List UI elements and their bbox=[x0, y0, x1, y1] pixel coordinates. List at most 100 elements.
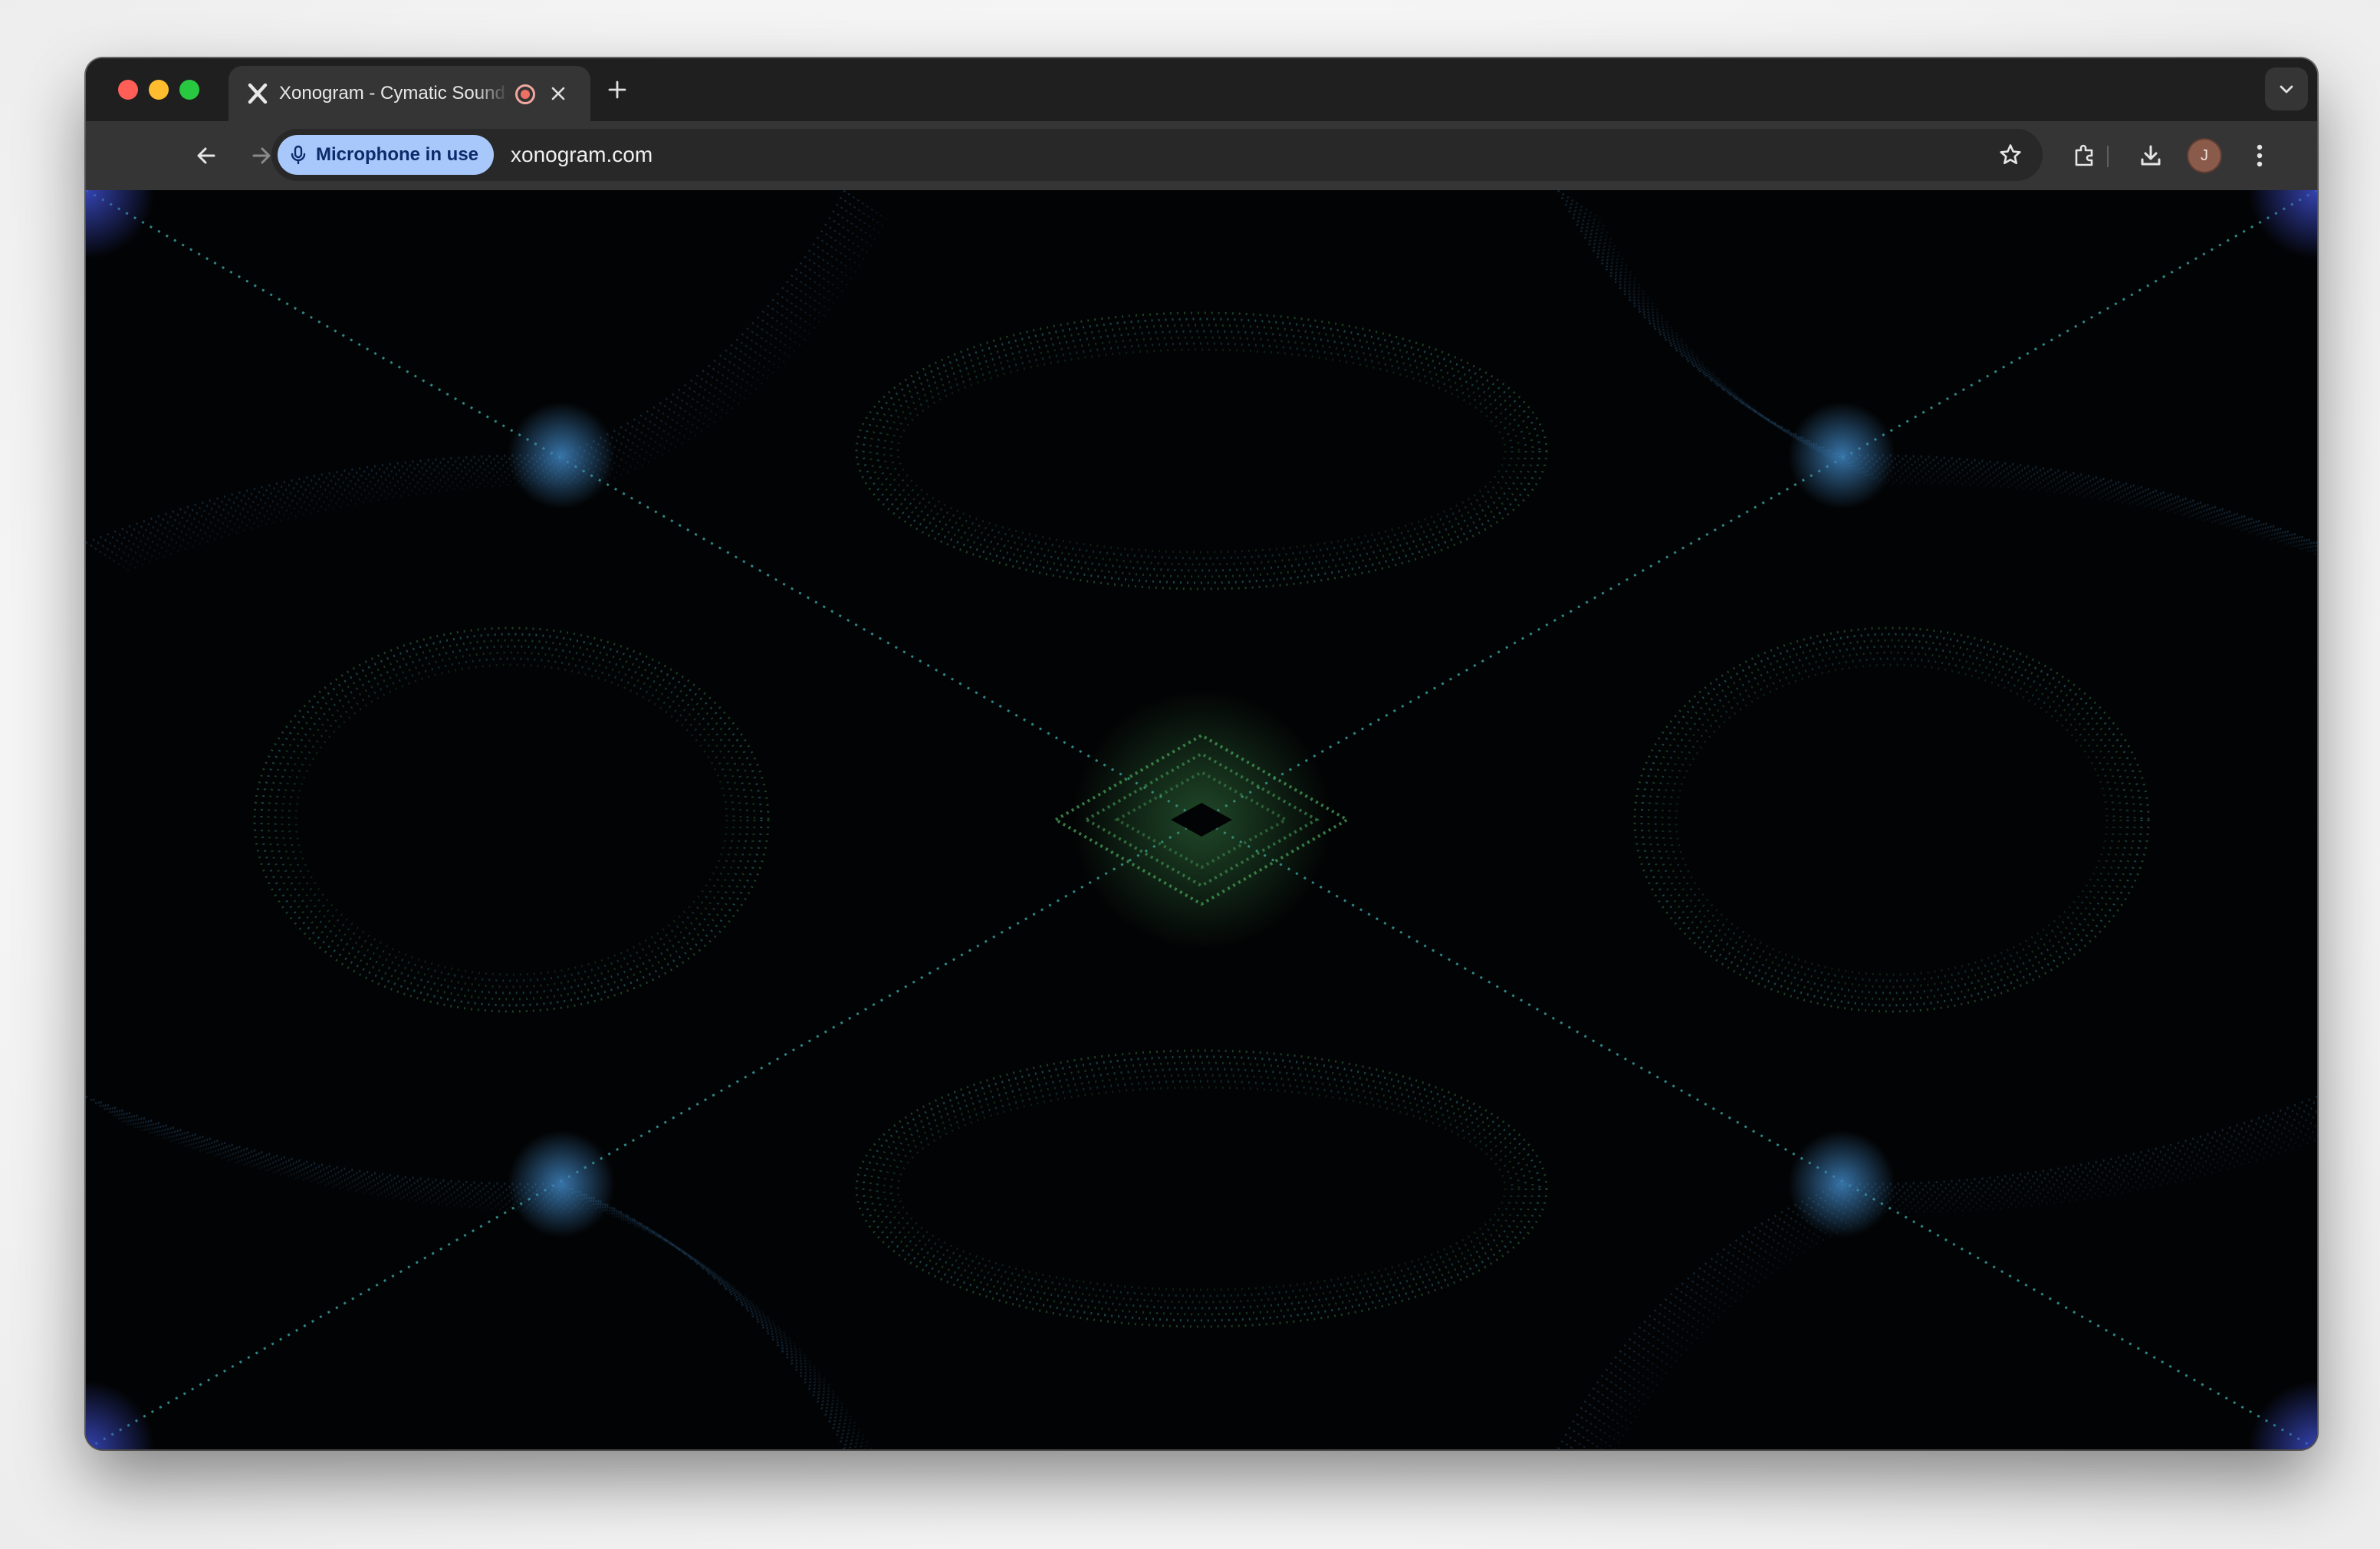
edge-curve bbox=[1557, 190, 2317, 544]
edge-curve bbox=[113, 1113, 864, 1449]
microphone-icon bbox=[288, 145, 308, 165]
url-text[interactable]: xonogram.com bbox=[511, 129, 653, 181]
cymatic-pattern bbox=[86, 190, 2317, 1449]
edge-curve bbox=[99, 199, 860, 554]
edge-curve bbox=[1580, 205, 2317, 551]
dotted-ring bbox=[883, 1074, 1520, 1304]
dotted-ring bbox=[855, 1049, 1548, 1328]
dotted-ring bbox=[883, 336, 1520, 566]
edge-curve bbox=[86, 190, 846, 544]
edge-curve bbox=[1570, 199, 2317, 548]
dotted-ring bbox=[1675, 663, 2109, 976]
edge-curve bbox=[113, 208, 874, 563]
minimize-window-button[interactable] bbox=[149, 80, 169, 100]
edge-curve bbox=[104, 1107, 859, 1449]
edge-curve bbox=[90, 192, 851, 548]
dotted-ring bbox=[288, 657, 735, 982]
edge-curve bbox=[1581, 1114, 2317, 1449]
edge-curve bbox=[1613, 1138, 2317, 1449]
dotted-ring bbox=[862, 317, 1541, 584]
bookmark-button[interactable] bbox=[1997, 141, 2024, 169]
edge-curve bbox=[1575, 202, 2317, 550]
dotted-ring bbox=[876, 330, 1527, 572]
recording-icon bbox=[515, 84, 535, 104]
edge-curve bbox=[1598, 217, 2317, 557]
dotted-ring bbox=[869, 1061, 1534, 1316]
dotted-ring bbox=[896, 348, 1507, 554]
dotted-ring bbox=[869, 324, 1534, 578]
edge-curve bbox=[122, 214, 883, 569]
chevron-down-icon bbox=[2280, 85, 2293, 94]
browser-window: Xonogram - Cymatic Sound Visualizer bbox=[86, 58, 2317, 1449]
edge-curve bbox=[127, 1123, 873, 1449]
dotted-ring bbox=[876, 1067, 1527, 1310]
tab-search-button[interactable] bbox=[2265, 67, 2308, 110]
edge-curve bbox=[104, 202, 865, 557]
dotted-ring bbox=[1647, 639, 2136, 1001]
downloads-button[interactable] bbox=[2133, 138, 2168, 173]
edge-curve bbox=[1561, 192, 2317, 546]
dotted-ring bbox=[1633, 627, 2150, 1013]
edge-curve bbox=[1588, 1120, 2317, 1449]
dotted-ring bbox=[889, 1080, 1514, 1297]
dotted-ring bbox=[281, 651, 742, 988]
edge-curve bbox=[117, 211, 879, 566]
node-glow bbox=[1788, 402, 1895, 509]
arrow-right-icon bbox=[252, 147, 271, 164]
tab-close-button[interactable] bbox=[544, 80, 572, 107]
edge-curve bbox=[1566, 196, 2317, 547]
edge-curve bbox=[1575, 1110, 2317, 1449]
edge-curve bbox=[127, 217, 888, 572]
edge-curve bbox=[1584, 208, 2317, 552]
extensions-button[interactable] bbox=[2067, 138, 2102, 173]
edge-curve bbox=[94, 196, 856, 551]
edge-curve bbox=[108, 205, 869, 560]
address-bar[interactable]: Microphone in use xonogram.com bbox=[271, 129, 2043, 181]
edge-curve bbox=[94, 1101, 853, 1449]
profile-avatar[interactable]: J bbox=[2188, 140, 2221, 172]
dotted-ring bbox=[1668, 657, 2115, 982]
edge-curve bbox=[90, 1098, 850, 1449]
tab-title: Xonogram - Cymatic Sound Visualizer bbox=[279, 83, 509, 104]
menu-button[interactable] bbox=[2242, 138, 2277, 173]
tab-strip: Xonogram - Cymatic Sound Visualizer bbox=[86, 58, 2317, 121]
edge-curve bbox=[1594, 1124, 2317, 1449]
edge-curve bbox=[1606, 1133, 2317, 1449]
corner-glow bbox=[2248, 1380, 2317, 1449]
tab-xonogram[interactable]: Xonogram - Cymatic Sound Visualizer bbox=[228, 66, 590, 121]
toolbar: Microphone in use xonogram.com J bbox=[86, 121, 2317, 190]
node-glow bbox=[508, 1130, 615, 1238]
dotted-ring bbox=[274, 645, 749, 995]
node-glow bbox=[1788, 1130, 1895, 1238]
new-tab-button[interactable] bbox=[603, 75, 632, 104]
kebab-menu-icon bbox=[2257, 144, 2263, 167]
arrow-left-icon bbox=[197, 147, 215, 164]
close-icon bbox=[551, 87, 565, 100]
edge-curve bbox=[1557, 1095, 2317, 1449]
dotted-ring bbox=[253, 627, 770, 1013]
cymatic-visualization-canvas[interactable] bbox=[86, 190, 2317, 1449]
corner-glow bbox=[86, 1380, 155, 1449]
close-window-button[interactable] bbox=[118, 80, 138, 100]
dotted-ring bbox=[1661, 651, 2122, 988]
dotted-ring bbox=[855, 311, 1548, 590]
corner-glow bbox=[86, 190, 155, 259]
dotted-ring bbox=[294, 663, 728, 976]
dotted-ring bbox=[267, 639, 756, 1001]
edge-curve bbox=[122, 1120, 870, 1449]
edge-curve bbox=[1589, 211, 2317, 554]
dotted-ring bbox=[889, 342, 1514, 560]
microphone-in-use-chip[interactable]: Microphone in use bbox=[278, 135, 495, 175]
plus-icon bbox=[608, 81, 626, 99]
mic-chip-label: Microphone in use bbox=[316, 144, 479, 165]
node-glow bbox=[508, 402, 615, 509]
dotted-ring bbox=[862, 1055, 1541, 1322]
back-button[interactable] bbox=[189, 138, 224, 173]
edge-curve bbox=[1569, 1105, 2317, 1449]
x-logo-icon bbox=[244, 80, 271, 107]
dotted-ring bbox=[260, 633, 763, 1007]
toolbar-divider bbox=[2107, 146, 2109, 167]
maximize-window-button[interactable] bbox=[179, 80, 199, 100]
download-icon bbox=[2141, 145, 2161, 166]
dotted-ring bbox=[1654, 645, 2129, 995]
